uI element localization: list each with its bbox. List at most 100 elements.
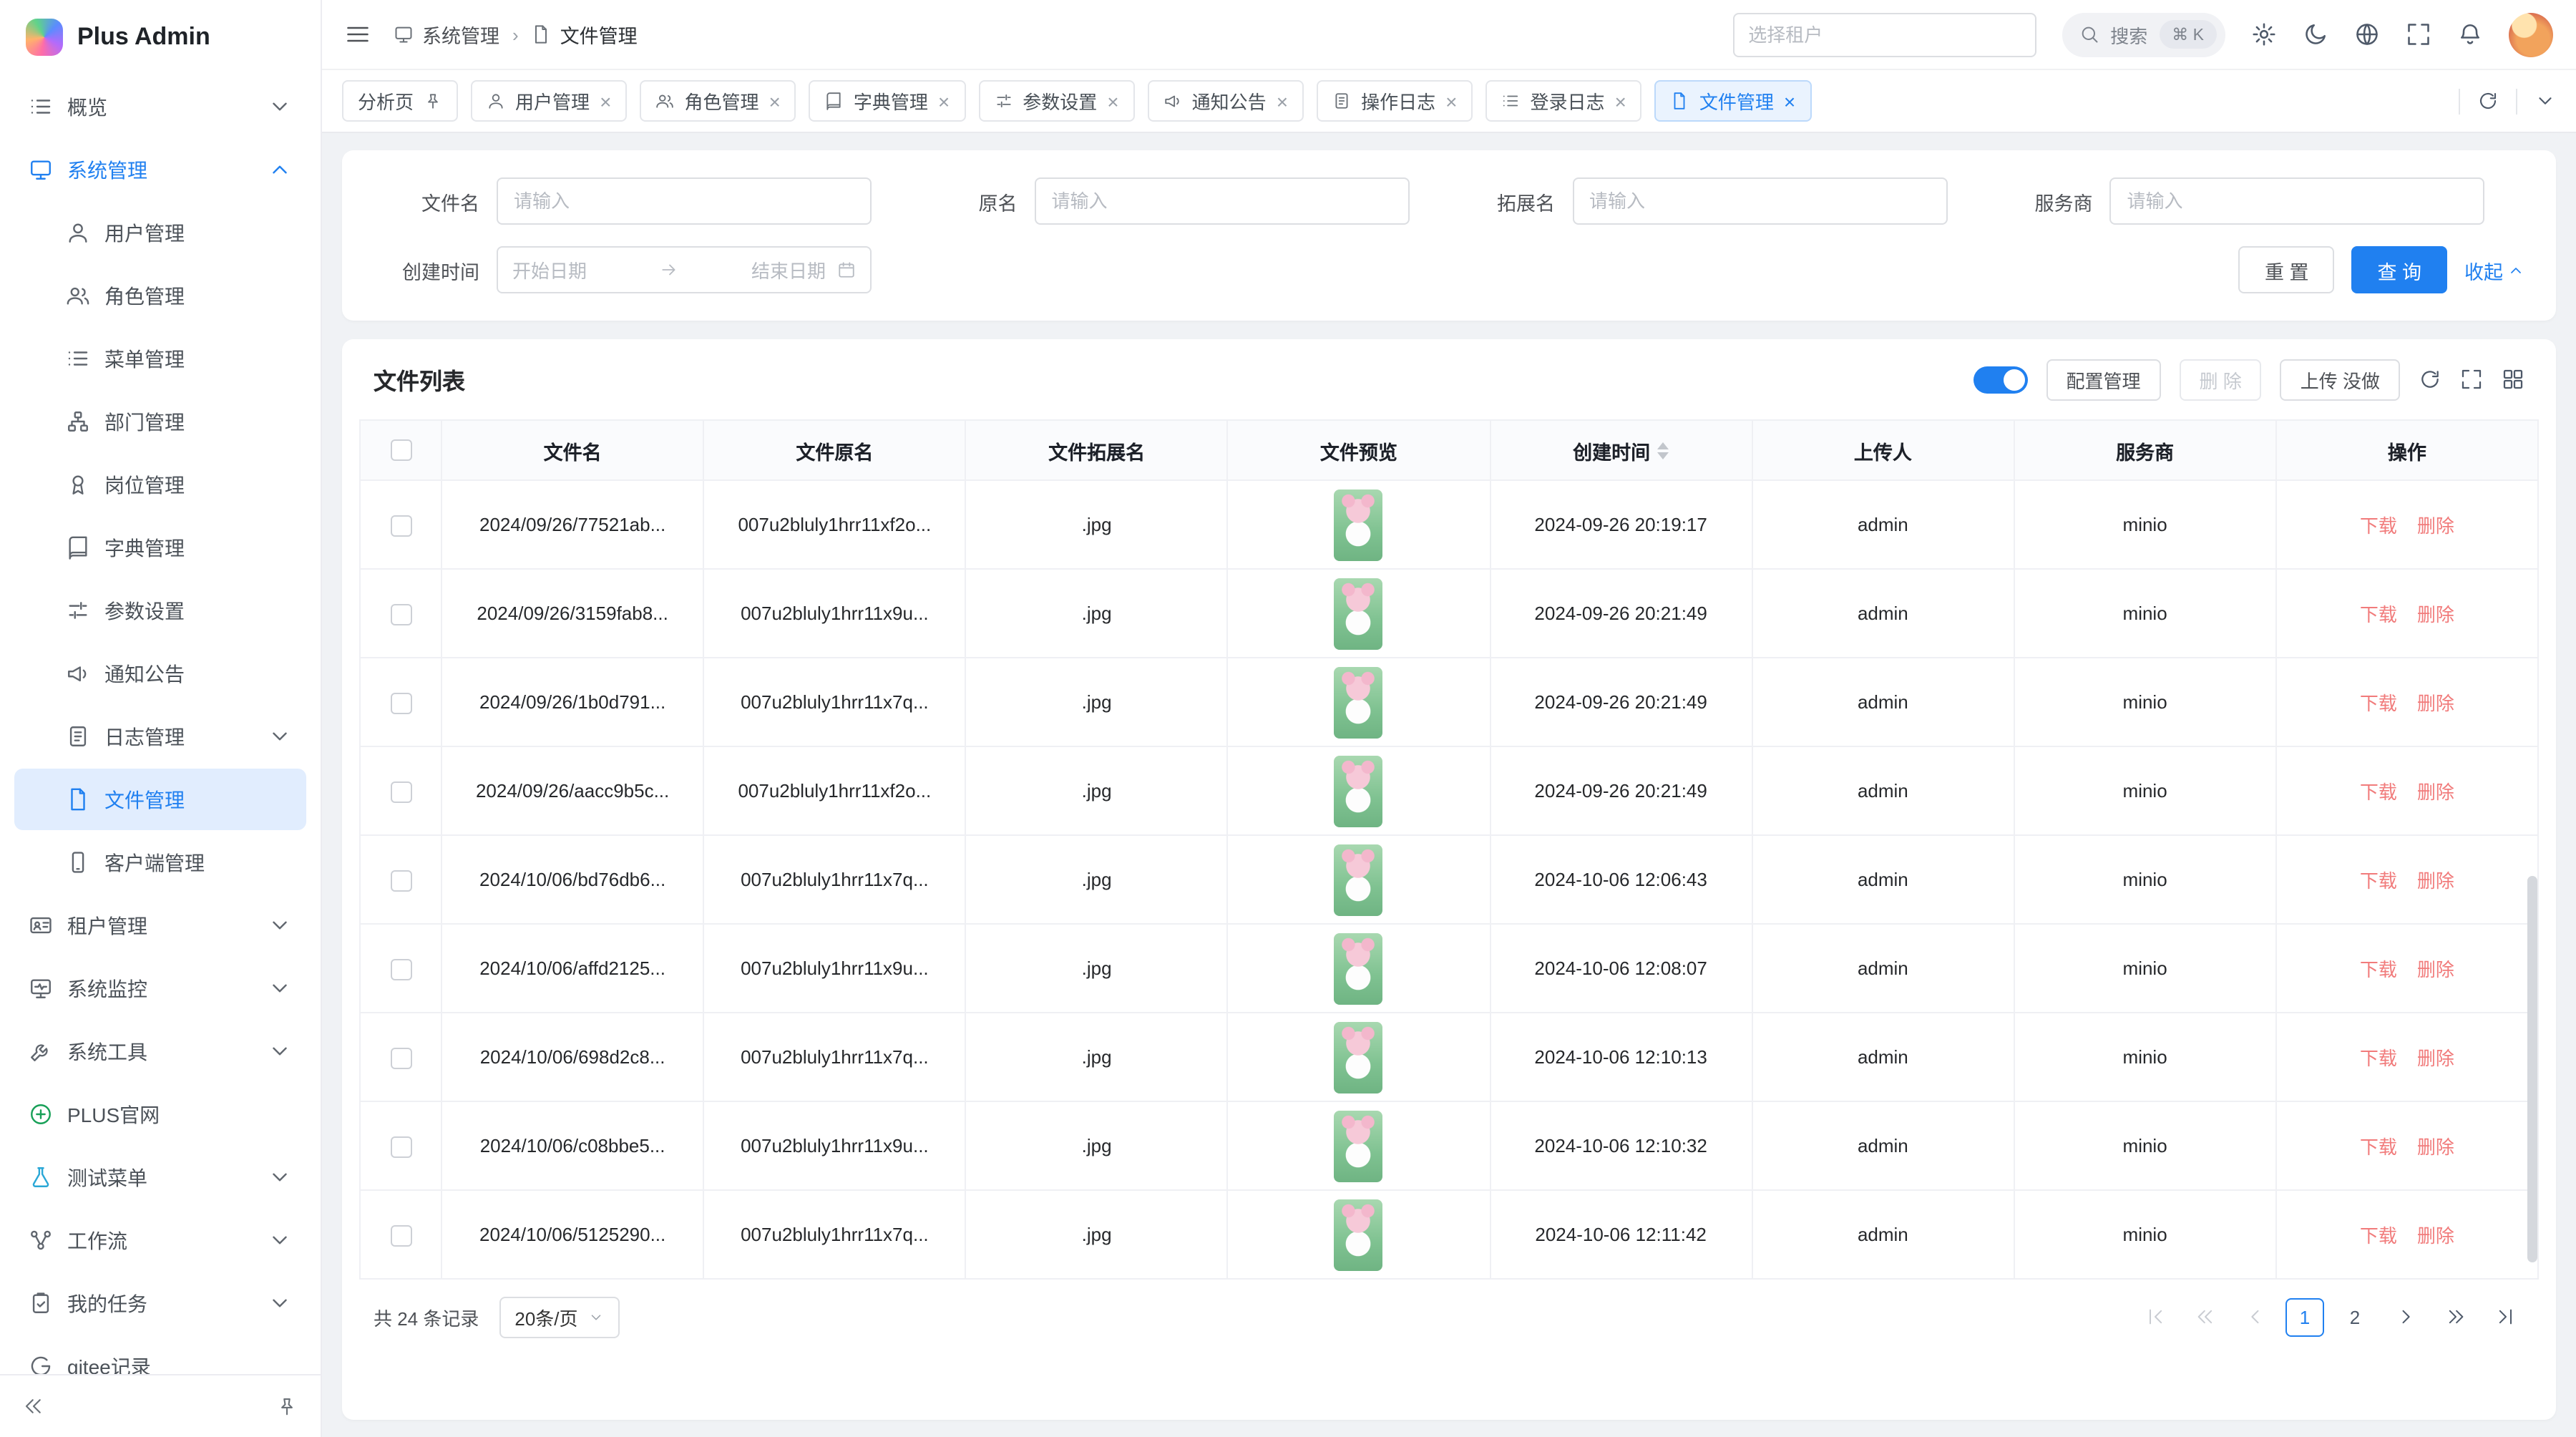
- download-link[interactable]: 下载: [2360, 1225, 2397, 1247]
- row-checkbox[interactable]: [390, 958, 411, 980]
- close-icon[interactable]: ×: [1107, 91, 1118, 111]
- jump-forward-button[interactable]: [2436, 1297, 2474, 1336]
- sidebar-item-client-mgmt[interactable]: 客户端管理: [14, 832, 306, 893]
- sidebar-item-system[interactable]: 系统管理: [14, 139, 306, 200]
- close-icon[interactable]: ×: [938, 91, 950, 111]
- row-checkbox[interactable]: [390, 692, 411, 713]
- refresh-icon[interactable]: [2419, 368, 2441, 391]
- sidebar-item-my-tasks[interactable]: 我的任务: [14, 1272, 306, 1334]
- next-page-button[interactable]: [2386, 1297, 2424, 1336]
- delete-link[interactable]: 删除: [2417, 1048, 2454, 1069]
- sidebar-item-menu-mgmt[interactable]: 菜单管理: [14, 328, 306, 389]
- collapse-filters-link[interactable]: 收起: [2464, 255, 2524, 284]
- close-icon[interactable]: ×: [600, 91, 611, 111]
- sidebar-item-plus-site[interactable]: PLUS官网: [14, 1083, 306, 1145]
- sidebar-item-dept-mgmt[interactable]: 部门管理: [14, 391, 306, 452]
- file-preview-thumbnail[interactable]: [1335, 1199, 1383, 1270]
- row-checkbox[interactable]: [390, 603, 411, 625]
- sidebar-item-monitoring[interactable]: 系统监控: [14, 958, 306, 1019]
- language-translate-icon[interactable]: [2354, 21, 2380, 47]
- page-number-1[interactable]: 1: [2285, 1297, 2324, 1336]
- jump-back-button[interactable]: [2185, 1297, 2224, 1336]
- file-preview-thumbnail[interactable]: [1335, 755, 1383, 827]
- close-icon[interactable]: ×: [1615, 91, 1626, 111]
- sidebar-item-test-menu[interactable]: 测试菜单: [14, 1146, 306, 1208]
- select-all-checkbox[interactable]: [390, 440, 411, 462]
- first-page-button[interactable]: [2135, 1297, 2174, 1336]
- breadcrumb-item-system[interactable]: 系统管理: [394, 20, 499, 49]
- tab-login-logs[interactable]: 登录日志 ×: [1485, 80, 1641, 122]
- sidebar-item-notice[interactable]: 通知公告: [14, 643, 306, 704]
- tab-role-mgmt[interactable]: 角色管理 ×: [640, 80, 796, 122]
- tab-file-mgmt[interactable]: 文件管理 ×: [1655, 80, 1811, 122]
- tab-param-settings[interactable]: 参数设置 ×: [978, 80, 1134, 122]
- settings-gear-icon[interactable]: [2251, 21, 2277, 47]
- upload-button[interactable]: 上传 没做: [2280, 359, 2400, 400]
- app-logo[interactable]: Plus Admin: [0, 0, 321, 74]
- download-link[interactable]: 下载: [2360, 1136, 2397, 1158]
- file-preview-thumbnail[interactable]: [1335, 1110, 1383, 1182]
- search-button[interactable]: 查 询: [2351, 246, 2447, 293]
- row-checkbox[interactable]: [390, 1224, 411, 1246]
- delete-link[interactable]: 删除: [2417, 870, 2454, 892]
- provider-input[interactable]: [2110, 177, 2485, 225]
- pin-icon[interactable]: [424, 92, 442, 110]
- reset-button[interactable]: 重 置: [2239, 246, 2335, 293]
- row-checkbox[interactable]: [390, 515, 411, 536]
- sidebar-item-workflow[interactable]: 工作流: [14, 1209, 306, 1271]
- search-panel-toggle[interactable]: [1973, 366, 2027, 393]
- close-icon[interactable]: ×: [1784, 91, 1795, 111]
- sidebar-item-post-mgmt[interactable]: 岗位管理: [14, 454, 306, 515]
- sort-icon[interactable]: [1657, 442, 1669, 459]
- close-icon[interactable]: ×: [1277, 91, 1288, 111]
- fullscreen-icon[interactable]: [2460, 368, 2483, 391]
- sidebar-item-user-mgmt[interactable]: 用户管理: [14, 202, 306, 263]
- delete-link[interactable]: 删除: [2417, 1225, 2454, 1247]
- delete-link[interactable]: 删除: [2417, 959, 2454, 980]
- delete-link[interactable]: 删除: [2417, 604, 2454, 625]
- file-preview-thumbnail[interactable]: [1335, 932, 1383, 1004]
- tab-user-mgmt[interactable]: 用户管理 ×: [471, 80, 627, 122]
- file-preview-thumbnail[interactable]: [1335, 489, 1383, 560]
- hamburger-menu-icon[interactable]: [345, 21, 371, 47]
- download-link[interactable]: 下载: [2360, 1048, 2397, 1069]
- delete-link[interactable]: 删除: [2417, 1136, 2454, 1158]
- last-page-button[interactable]: [2486, 1297, 2524, 1336]
- sidebar-item-file-mgmt[interactable]: 文件管理: [14, 769, 306, 830]
- download-link[interactable]: 下载: [2360, 959, 2397, 980]
- download-link[interactable]: 下载: [2360, 870, 2397, 892]
- prev-page-button[interactable]: [2235, 1297, 2274, 1336]
- sidebar-item-tools[interactable]: 系统工具: [14, 1020, 306, 1082]
- file-preview-thumbnail[interactable]: [1335, 578, 1383, 649]
- fullscreen-icon[interactable]: [2406, 21, 2431, 47]
- extension-input[interactable]: [1572, 177, 1947, 225]
- download-link[interactable]: 下载: [2360, 781, 2397, 803]
- download-link[interactable]: 下载: [2360, 515, 2397, 537]
- refresh-icon[interactable]: [2477, 90, 2499, 112]
- sidebar-item-overview[interactable]: 概览: [14, 76, 306, 137]
- file-name-input[interactable]: [497, 177, 872, 225]
- tab-dict-mgmt[interactable]: 字典管理 ×: [809, 80, 965, 122]
- page-size-select[interactable]: 20条/页: [499, 1296, 619, 1338]
- file-preview-thumbnail[interactable]: [1335, 1021, 1383, 1093]
- original-name-input[interactable]: [1035, 177, 1410, 225]
- global-search[interactable]: 搜索 ⌘ K: [2062, 12, 2225, 57]
- delete-link[interactable]: 删除: [2417, 515, 2454, 537]
- download-link[interactable]: 下载: [2360, 693, 2397, 714]
- sidebar-item-role-mgmt[interactable]: 角色管理: [14, 265, 306, 326]
- delete-button[interactable]: 删 除: [2180, 359, 2262, 400]
- delete-link[interactable]: 删除: [2417, 693, 2454, 714]
- user-avatar[interactable]: [2509, 12, 2553, 57]
- tenant-select[interactable]: [1732, 12, 2036, 57]
- dark-mode-moon-icon[interactable]: [2303, 21, 2328, 47]
- row-checkbox[interactable]: [390, 1047, 411, 1068]
- sidebar-item-tenant-mgmt[interactable]: 租户管理: [14, 895, 306, 956]
- col-create-time[interactable]: 创建时间: [1490, 420, 1752, 480]
- download-link[interactable]: 下载: [2360, 604, 2397, 625]
- config-mgmt-button[interactable]: 配置管理: [2046, 359, 2160, 400]
- close-icon[interactable]: ×: [769, 91, 780, 111]
- sidebar-item-log-mgmt[interactable]: 日志管理: [14, 706, 306, 767]
- tab-op-logs[interactable]: 操作日志 ×: [1317, 80, 1473, 122]
- file-preview-thumbnail[interactable]: [1335, 844, 1383, 915]
- column-settings-grid-icon[interactable]: [2502, 368, 2524, 391]
